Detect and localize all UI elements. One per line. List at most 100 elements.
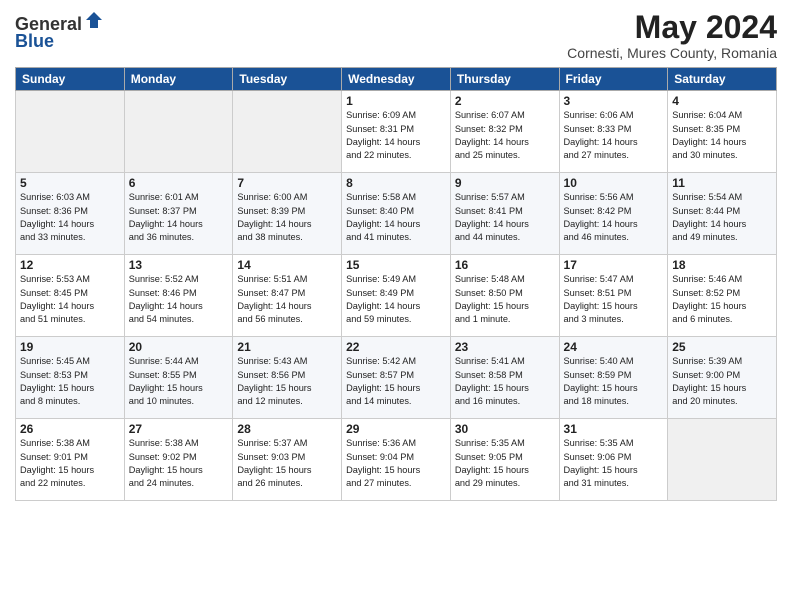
calendar-cell: 22Sunrise: 5:42 AM Sunset: 8:57 PM Dayli… [342, 337, 451, 419]
day-number: 13 [129, 258, 229, 272]
day-info: Sunrise: 5:51 AM Sunset: 8:47 PM Dayligh… [237, 273, 337, 326]
header: General Blue May 2024 Cornesti, Mures Co… [15, 10, 777, 61]
day-info: Sunrise: 5:40 AM Sunset: 8:59 PM Dayligh… [564, 355, 664, 408]
calendar-cell: 12Sunrise: 5:53 AM Sunset: 8:45 PM Dayli… [16, 255, 125, 337]
day-info: Sunrise: 6:07 AM Sunset: 8:32 PM Dayligh… [455, 109, 555, 162]
calendar-cell: 7Sunrise: 6:00 AM Sunset: 8:39 PM Daylig… [233, 173, 342, 255]
calendar-week-3: 12Sunrise: 5:53 AM Sunset: 8:45 PM Dayli… [16, 255, 777, 337]
day-number: 10 [564, 176, 664, 190]
day-info: Sunrise: 5:48 AM Sunset: 8:50 PM Dayligh… [455, 273, 555, 326]
day-info: Sunrise: 5:43 AM Sunset: 8:56 PM Dayligh… [237, 355, 337, 408]
logo: General Blue [15, 10, 104, 52]
calendar-cell: 2Sunrise: 6:07 AM Sunset: 8:32 PM Daylig… [450, 91, 559, 173]
calendar-cell: 21Sunrise: 5:43 AM Sunset: 8:56 PM Dayli… [233, 337, 342, 419]
day-info: Sunrise: 5:35 AM Sunset: 9:06 PM Dayligh… [564, 437, 664, 490]
day-info: Sunrise: 5:42 AM Sunset: 8:57 PM Dayligh… [346, 355, 446, 408]
day-info: Sunrise: 6:06 AM Sunset: 8:33 PM Dayligh… [564, 109, 664, 162]
calendar-week-4: 19Sunrise: 5:45 AM Sunset: 8:53 PM Dayli… [16, 337, 777, 419]
day-number: 11 [672, 176, 772, 190]
day-number: 20 [129, 340, 229, 354]
day-number: 2 [455, 94, 555, 108]
day-info: Sunrise: 5:46 AM Sunset: 8:52 PM Dayligh… [672, 273, 772, 326]
day-number: 9 [455, 176, 555, 190]
calendar-cell: 15Sunrise: 5:49 AM Sunset: 8:49 PM Dayli… [342, 255, 451, 337]
day-info: Sunrise: 5:53 AM Sunset: 8:45 PM Dayligh… [20, 273, 120, 326]
day-number: 26 [20, 422, 120, 436]
day-number: 21 [237, 340, 337, 354]
calendar-cell: 13Sunrise: 5:52 AM Sunset: 8:46 PM Dayli… [124, 255, 233, 337]
calendar-cell: 25Sunrise: 5:39 AM Sunset: 9:00 PM Dayli… [668, 337, 777, 419]
calendar-cell: 18Sunrise: 5:46 AM Sunset: 8:52 PM Dayli… [668, 255, 777, 337]
day-info: Sunrise: 5:37 AM Sunset: 9:03 PM Dayligh… [237, 437, 337, 490]
day-number: 3 [564, 94, 664, 108]
day-number: 6 [129, 176, 229, 190]
day-info: Sunrise: 5:54 AM Sunset: 8:44 PM Dayligh… [672, 191, 772, 244]
calendar-page: General Blue May 2024 Cornesti, Mures Co… [0, 0, 792, 612]
day-number: 7 [237, 176, 337, 190]
weekday-header-saturday: Saturday [668, 68, 777, 91]
day-number: 15 [346, 258, 446, 272]
day-number: 14 [237, 258, 337, 272]
day-number: 28 [237, 422, 337, 436]
day-number: 25 [672, 340, 772, 354]
title-section: May 2024 Cornesti, Mures County, Romania [567, 10, 777, 61]
calendar-cell [233, 91, 342, 173]
calendar-cell: 30Sunrise: 5:35 AM Sunset: 9:05 PM Dayli… [450, 419, 559, 501]
calendar-cell: 28Sunrise: 5:37 AM Sunset: 9:03 PM Dayli… [233, 419, 342, 501]
day-number: 17 [564, 258, 664, 272]
day-info: Sunrise: 6:00 AM Sunset: 8:39 PM Dayligh… [237, 191, 337, 244]
calendar-cell: 14Sunrise: 5:51 AM Sunset: 8:47 PM Dayli… [233, 255, 342, 337]
day-info: Sunrise: 6:01 AM Sunset: 8:37 PM Dayligh… [129, 191, 229, 244]
calendar-cell: 23Sunrise: 5:41 AM Sunset: 8:58 PM Dayli… [450, 337, 559, 419]
calendar-cell: 29Sunrise: 5:36 AM Sunset: 9:04 PM Dayli… [342, 419, 451, 501]
month-year: May 2024 [567, 10, 777, 45]
calendar-cell: 1Sunrise: 6:09 AM Sunset: 8:31 PM Daylig… [342, 91, 451, 173]
weekday-header-sunday: Sunday [16, 68, 125, 91]
calendar-cell: 3Sunrise: 6:06 AM Sunset: 8:33 PM Daylig… [559, 91, 668, 173]
day-info: Sunrise: 5:38 AM Sunset: 9:01 PM Dayligh… [20, 437, 120, 490]
calendar-cell [124, 91, 233, 173]
day-info: Sunrise: 5:57 AM Sunset: 8:41 PM Dayligh… [455, 191, 555, 244]
day-info: Sunrise: 5:56 AM Sunset: 8:42 PM Dayligh… [564, 191, 664, 244]
day-number: 29 [346, 422, 446, 436]
day-number: 30 [455, 422, 555, 436]
calendar-table: SundayMondayTuesdayWednesdayThursdayFrid… [15, 67, 777, 501]
day-number: 27 [129, 422, 229, 436]
calendar-cell: 26Sunrise: 5:38 AM Sunset: 9:01 PM Dayli… [16, 419, 125, 501]
day-number: 16 [455, 258, 555, 272]
day-info: Sunrise: 5:58 AM Sunset: 8:40 PM Dayligh… [346, 191, 446, 244]
calendar-cell: 4Sunrise: 6:04 AM Sunset: 8:35 PM Daylig… [668, 91, 777, 173]
weekday-header-thursday: Thursday [450, 68, 559, 91]
calendar-week-1: 1Sunrise: 6:09 AM Sunset: 8:31 PM Daylig… [16, 91, 777, 173]
day-number: 8 [346, 176, 446, 190]
day-number: 1 [346, 94, 446, 108]
weekday-header-wednesday: Wednesday [342, 68, 451, 91]
calendar-cell: 9Sunrise: 5:57 AM Sunset: 8:41 PM Daylig… [450, 173, 559, 255]
weekday-header-monday: Monday [124, 68, 233, 91]
calendar-cell [16, 91, 125, 173]
day-number: 24 [564, 340, 664, 354]
calendar-week-2: 5Sunrise: 6:03 AM Sunset: 8:36 PM Daylig… [16, 173, 777, 255]
day-info: Sunrise: 5:39 AM Sunset: 9:00 PM Dayligh… [672, 355, 772, 408]
calendar-cell: 19Sunrise: 5:45 AM Sunset: 8:53 PM Dayli… [16, 337, 125, 419]
day-number: 5 [20, 176, 120, 190]
calendar-cell: 20Sunrise: 5:44 AM Sunset: 8:55 PM Dayli… [124, 337, 233, 419]
day-info: Sunrise: 6:03 AM Sunset: 8:36 PM Dayligh… [20, 191, 120, 244]
calendar-cell: 6Sunrise: 6:01 AM Sunset: 8:37 PM Daylig… [124, 173, 233, 255]
day-number: 22 [346, 340, 446, 354]
logo-blue: Blue [15, 31, 54, 52]
calendar-cell [668, 419, 777, 501]
day-info: Sunrise: 5:36 AM Sunset: 9:04 PM Dayligh… [346, 437, 446, 490]
calendar-cell: 5Sunrise: 6:03 AM Sunset: 8:36 PM Daylig… [16, 173, 125, 255]
weekday-header-tuesday: Tuesday [233, 68, 342, 91]
calendar-week-5: 26Sunrise: 5:38 AM Sunset: 9:01 PM Dayli… [16, 419, 777, 501]
day-info: Sunrise: 5:44 AM Sunset: 8:55 PM Dayligh… [129, 355, 229, 408]
day-info: Sunrise: 5:47 AM Sunset: 8:51 PM Dayligh… [564, 273, 664, 326]
day-info: Sunrise: 5:41 AM Sunset: 8:58 PM Dayligh… [455, 355, 555, 408]
calendar-cell: 11Sunrise: 5:54 AM Sunset: 8:44 PM Dayli… [668, 173, 777, 255]
day-number: 18 [672, 258, 772, 272]
calendar-cell: 16Sunrise: 5:48 AM Sunset: 8:50 PM Dayli… [450, 255, 559, 337]
day-number: 19 [20, 340, 120, 354]
day-info: Sunrise: 5:45 AM Sunset: 8:53 PM Dayligh… [20, 355, 120, 408]
day-number: 31 [564, 422, 664, 436]
